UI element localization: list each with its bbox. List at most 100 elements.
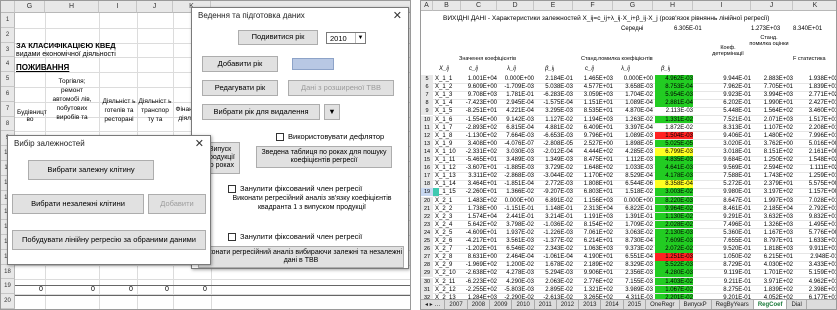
tab-nav-arrows[interactable]: ◂ ▸ … bbox=[421, 300, 446, 309]
select-year-dropdown[interactable]: ▼ bbox=[324, 104, 340, 120]
zero-cell-j: 0 bbox=[165, 286, 169, 293]
row-header-11[interactable]: 11 bbox=[421, 123, 433, 132]
col-header-g[interactable]: G bbox=[613, 1, 653, 11]
col-header-i[interactable]: I bbox=[693, 1, 751, 11]
sheet-tabs: ◂ ▸ … 2007 2008 2009 2010 2011 2012 2013 2014 20… bbox=[421, 299, 836, 309]
tab-2013[interactable]: 2013 bbox=[579, 300, 602, 309]
row-header-7[interactable]: 7 bbox=[421, 91, 433, 100]
row-header-4[interactable]: 4 bbox=[1, 57, 15, 73]
tab-2007[interactable]: 2007 bbox=[445, 300, 468, 309]
select-independent-cells-button[interactable]: Вибрати незалежні клітини bbox=[12, 194, 144, 214]
col-header-f[interactable]: F bbox=[573, 1, 613, 11]
deflator-checkbox[interactable]: Використовувати дефлятор bbox=[276, 132, 384, 141]
summary-table-button[interactable]: Зведена таблиця по роках для пошуку коеф… bbox=[256, 146, 392, 168]
select-year-for-delete-button[interactable]: Вибрати рік для видалення bbox=[202, 104, 320, 120]
row-header-2[interactable]: 2 bbox=[1, 27, 15, 43]
tab-oneregr[interactable]: OneRegr bbox=[646, 300, 680, 309]
row-header-3[interactable]: 3 bbox=[1, 42, 15, 58]
row-header-20[interactable]: 20 bbox=[1, 294, 15, 309]
add-button[interactable]: Добавити bbox=[148, 194, 206, 214]
add-year-button[interactable]: Добавити рік bbox=[202, 56, 278, 72]
tab-випускр[interactable]: ВипускР bbox=[680, 300, 712, 309]
row-header-5[interactable]: 5 bbox=[421, 75, 433, 83]
header-f-stat: F статистика bbox=[793, 56, 826, 62]
close-icon[interactable]: ✕ bbox=[195, 137, 204, 150]
col-header-i[interactable]: I bbox=[99, 1, 137, 13]
row-header-19[interactable]: 19 bbox=[421, 188, 433, 197]
row-header-18[interactable]: 18 bbox=[421, 180, 433, 189]
row-header-6[interactable]: 6 bbox=[1, 87, 15, 102]
row-header-1[interactable]: 1 bbox=[1, 13, 15, 28]
extended-tvv-data-button[interactable]: Дані з розширеної ТВВ bbox=[288, 80, 394, 96]
row-header-10[interactable]: 10 bbox=[421, 115, 433, 124]
fix-zero-checkbox-2[interactable]: Занулити фіксований член регресії bbox=[228, 232, 362, 241]
col-header-e[interactable]: E bbox=[534, 1, 573, 11]
run-regression-button[interactable]: Виконати регресійний аналіз вибираючи за… bbox=[198, 246, 404, 268]
edit-year-button[interactable]: Редагувати рік bbox=[202, 80, 278, 96]
tab-2015[interactable]: 2015 bbox=[624, 300, 647, 309]
fix-zero-checkbox-1[interactable]: Занулити фіксований член регресії bbox=[228, 184, 362, 193]
averages-label: Середні bbox=[621, 26, 644, 32]
row-header-24[interactable]: 24 bbox=[421, 228, 433, 237]
row-header-28[interactable]: 28 bbox=[421, 261, 433, 270]
col-header-b[interactable]: B bbox=[433, 1, 461, 11]
row-header-20[interactable]: 20 bbox=[421, 196, 433, 205]
year-input-highlight[interactable] bbox=[292, 58, 334, 70]
row-header-18[interactable]: 18 bbox=[1, 264, 15, 280]
row-header-8[interactable]: 8 bbox=[1, 116, 15, 132]
tab-2009[interactable]: 2009 bbox=[490, 300, 513, 309]
build-regression-button[interactable]: Побудувати лінійну регресію за обраними … bbox=[12, 230, 206, 250]
fix-zero-label-1: Занулити фіксований член регресії bbox=[240, 184, 363, 193]
chevron-down-icon[interactable]: ▼ bbox=[355, 33, 365, 43]
tab-2014[interactable]: 2014 bbox=[601, 300, 624, 309]
row-header-25[interactable]: 25 bbox=[421, 237, 433, 245]
row-header-6[interactable]: 6 bbox=[421, 83, 433, 92]
col-header-h[interactable]: H bbox=[653, 1, 693, 11]
tab-2012[interactable]: 2012 bbox=[557, 300, 580, 309]
col-header-j[interactable]: J bbox=[137, 1, 173, 13]
row-header-21[interactable]: 21 bbox=[421, 204, 433, 213]
row-header-14[interactable]: 14 bbox=[421, 147, 433, 156]
zero-cell-g: 0 bbox=[39, 286, 43, 293]
tab-regcoef[interactable]: RegCoef bbox=[753, 300, 788, 309]
selected-cell-marker[interactable] bbox=[433, 188, 439, 197]
row-header-22[interactable]: 22 bbox=[421, 212, 433, 221]
row-header-5[interactable]: 5 bbox=[1, 72, 15, 87]
deflator-label: Використовувати дефлятор bbox=[288, 132, 385, 141]
show-year-button[interactable]: Подивитися рік bbox=[238, 30, 318, 45]
row-header-16[interactable]: 16 bbox=[421, 164, 433, 173]
col-header-a[interactable]: A bbox=[421, 1, 433, 11]
year-select[interactable]: 2010 ▼ bbox=[326, 32, 366, 44]
tab-2008[interactable]: 2008 bbox=[468, 300, 491, 309]
tab-dial[interactable]: Dial bbox=[787, 300, 807, 309]
row-header-12[interactable]: 12 bbox=[421, 131, 433, 140]
col-text-hotels: Діяльніст ь готелів та ресторані bbox=[102, 98, 136, 123]
corner-cell[interactable] bbox=[1, 1, 15, 13]
row-header-9[interactable]: 9 bbox=[421, 107, 433, 116]
row-header-27[interactable]: 27 bbox=[421, 253, 433, 262]
subheader-1: c_ij bbox=[469, 66, 479, 72]
row-header-23[interactable]: 23 bbox=[421, 220, 433, 229]
row-header-7[interactable]: 7 bbox=[1, 101, 15, 117]
close-icon[interactable]: ✕ bbox=[393, 9, 402, 22]
tab-2011[interactable]: 2011 bbox=[535, 300, 557, 309]
row-header-13[interactable]: 13 bbox=[421, 139, 433, 148]
row-header-29[interactable]: 29 bbox=[421, 269, 433, 278]
row-header-30[interactable]: 30 bbox=[421, 277, 433, 286]
col-header-k[interactable]: K bbox=[793, 1, 836, 11]
select-dependent-cell-button[interactable]: Вибрати залежну клітину bbox=[28, 160, 154, 180]
col-header-h[interactable]: H bbox=[45, 1, 99, 13]
sheet-header-line3: ПОЖИВАННЯ bbox=[16, 63, 70, 72]
row-header-17[interactable]: 17 bbox=[421, 172, 433, 181]
col-header-j[interactable]: J bbox=[751, 1, 793, 11]
row-header-26[interactable]: 26 bbox=[421, 245, 433, 254]
row-header-8[interactable]: 8 bbox=[421, 99, 433, 108]
col-header-d[interactable]: D bbox=[497, 1, 534, 11]
row-header-15[interactable]: 15 bbox=[421, 156, 433, 164]
row-header-31[interactable]: 31 bbox=[421, 285, 433, 294]
col-header-c[interactable]: C bbox=[461, 1, 497, 11]
tab-2010[interactable]: 2010 bbox=[512, 300, 535, 309]
tab-regbyyears[interactable]: RegByYears bbox=[712, 300, 754, 309]
row-header-19[interactable]: 19 bbox=[1, 279, 15, 295]
col-header-g[interactable]: G bbox=[15, 1, 45, 13]
